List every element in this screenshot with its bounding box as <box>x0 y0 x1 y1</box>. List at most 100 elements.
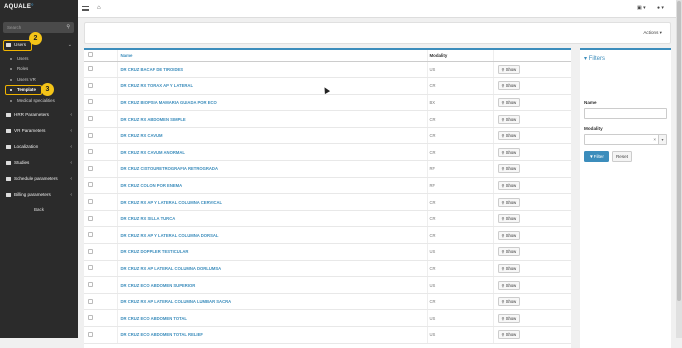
template-name-link[interactable]: DR CRUZ RX ABDOMEN SIMPLE <box>121 117 186 122</box>
actions-dropdown-button[interactable]: Actions ▾ <box>643 30 662 36</box>
filter-button[interactable]: ▼Filter <box>584 151 609 162</box>
chevron-left-icon: ‹ <box>70 128 72 134</box>
user-icon[interactable]: ● ▾ <box>657 5 664 11</box>
scrollbar-thumb[interactable] <box>677 1 681 301</box>
template-name-link[interactable]: DR CRUZ RX CAVUM <box>121 133 163 138</box>
hamburger-menu-icon[interactable] <box>82 6 89 11</box>
template-name-link[interactable]: DR CRUZ BACAF DE TIROIDES <box>121 67 184 72</box>
show-button[interactable]: ⚲ Show <box>497 297 521 307</box>
sidebar-item-localization[interactable]: Localization ‹ <box>0 141 78 153</box>
sidebar-subitem-medical-specialities[interactable]: Medical specialities <box>10 97 55 105</box>
page-scrollbar[interactable] <box>676 0 682 338</box>
row-checkbox[interactable] <box>88 232 93 238</box>
name-cell: DR CRUZ CISTOURETROGRAFIA RETROGRADA <box>117 160 428 178</box>
name-filter-input[interactable] <box>584 108 667 119</box>
show-button[interactable]: ⚲ Show <box>497 197 521 207</box>
select-all-checkbox[interactable] <box>88 52 93 58</box>
sidebar-item-schedule-parameters[interactable]: Schedule parameters ‹ <box>0 173 78 185</box>
template-name-link[interactable]: DR CRUZ RX AP LATERAL COLUMNA DORLUMSA <box>121 266 222 271</box>
show-button[interactable]: ⚲ Show <box>497 230 521 240</box>
template-name-link[interactable]: DR CRUZ RX AP Y LATERAL COLUMNA CERVICAL <box>121 200 223 205</box>
show-button[interactable]: ⚲ Show <box>497 263 521 273</box>
row-select-cell <box>84 177 118 195</box>
name-cell: DR CRUZ BACAF DE TIROIDES <box>117 61 428 79</box>
modality-value: CR <box>429 232 436 238</box>
table-row: DR CRUZ RX AP Y LATERAL COLUMNA DORSAL CR… <box>84 226 571 245</box>
sidebar-subitem-roles[interactable]: Roles <box>10 65 28 73</box>
chevron-down-icon[interactable]: ▾ <box>658 135 666 144</box>
sidebar-item-studies[interactable]: Studies ‹ <box>0 157 78 169</box>
modality-filter-select[interactable]: × ▾ <box>584 134 667 145</box>
row-checkbox[interactable] <box>88 182 93 188</box>
column-header-modality[interactable]: Modality <box>427 50 494 62</box>
show-button[interactable]: ⚲ Show <box>497 247 521 257</box>
sidebar-item-hrr-parameters[interactable]: HRR Parameters ‹ <box>0 109 78 121</box>
row-checkbox[interactable] <box>88 248 93 254</box>
show-button[interactable]: ⚲ Show <box>497 114 521 124</box>
template-name-link[interactable]: DR CRUZ RX CAVUM ANORMAL <box>121 150 185 155</box>
show-button[interactable]: ⚲ Show <box>497 131 521 141</box>
row-select-cell <box>84 210 118 228</box>
column-header-name[interactable]: Name <box>117 50 428 62</box>
sidebar: AQUALE° Search ⚲ Users ⌄ 2 Users Roles U… <box>0 0 78 338</box>
row-checkbox[interactable] <box>88 331 93 337</box>
row-checkbox[interactable] <box>88 298 93 304</box>
row-checkbox[interactable] <box>88 265 93 271</box>
sidebar-item-billing-parameters[interactable]: Billing parameters ‹ <box>0 189 78 201</box>
grid-menu-icon[interactable]: ▣ ▾ <box>637 5 646 11</box>
row-checkbox[interactable] <box>88 215 93 221</box>
modality-value: US <box>429 249 436 255</box>
show-button[interactable]: ⚲ Show <box>497 164 521 174</box>
modality-cell: RF <box>427 177 494 195</box>
template-name-link[interactable]: DR CRUZ ECO ABDOMEN TOTAL RELIEF <box>121 332 203 337</box>
row-checkbox[interactable] <box>88 165 93 171</box>
show-button[interactable]: ⚲ Show <box>497 214 521 224</box>
template-name-link[interactable]: DR CRUZ RX TORAX AP Y LATERAL <box>121 83 194 88</box>
highlight-users <box>3 40 32 51</box>
template-name-link[interactable]: DR CRUZ RX AP LATERAL COLUMNA LUMBAR SAC… <box>121 299 232 304</box>
show-button[interactable]: ⚲ Show <box>497 147 521 157</box>
template-name-link[interactable]: DR CRUZ RX SILLA TURCA <box>121 216 176 221</box>
show-button[interactable]: ⚲ Show <box>497 280 521 290</box>
back-link[interactable]: Back <box>0 207 78 212</box>
home-icon[interactable]: ⌂ <box>97 5 101 11</box>
row-checkbox[interactable] <box>88 66 93 72</box>
template-name-link[interactable]: DR CRUZ BIOPSIA MAMARIA GUIADA POR ECO <box>121 100 217 105</box>
show-button[interactable]: ⚲ Show <box>497 97 521 107</box>
sidebar-item-vr-parameters[interactable]: VR Parameters ‹ <box>0 125 78 137</box>
sidebar-subitem-users-vr[interactable]: Users VR <box>10 76 36 84</box>
template-name-link[interactable]: DR CRUZ ECO ABDOMEN TOTAL <box>121 316 187 321</box>
sidebar-subitem-users[interactable]: Users <box>10 55 28 63</box>
row-checkbox[interactable] <box>88 99 93 105</box>
actions-cell: ⚲ Show <box>493 61 571 79</box>
row-checkbox[interactable] <box>88 116 93 122</box>
template-name-link[interactable]: DR CRUZ DOPPLER TESTICULAR <box>121 249 189 254</box>
row-checkbox[interactable] <box>88 282 93 288</box>
template-name-link[interactable]: DR CRUZ CISTOURETROGRAFIA RETROGRADA <box>121 166 218 171</box>
reset-button[interactable]: Reset <box>612 151 632 162</box>
show-button[interactable]: ⚲ Show <box>497 81 521 91</box>
folder-icon <box>6 161 11 165</box>
template-name-link[interactable]: DR CRUZ COLON POR ENEMA <box>121 183 183 188</box>
show-button[interactable]: ⚲ Show <box>497 180 521 190</box>
row-checkbox[interactable] <box>88 132 93 138</box>
template-name-link[interactable]: DR CRUZ RX AP Y LATERAL COLUMNA DORSAL <box>121 233 219 238</box>
table-row: DR CRUZ RX AP Y LATERAL COLUMNA CERVICAL… <box>84 193 571 211</box>
sidebar-search-input[interactable]: Search ⚲ <box>3 22 74 33</box>
show-button[interactable]: ⚲ Show <box>497 313 521 323</box>
row-checkbox[interactable] <box>88 199 93 205</box>
modality-cell: CR <box>427 260 494 278</box>
row-checkbox[interactable] <box>88 82 93 88</box>
modality-value: CR <box>429 265 436 271</box>
template-name-link[interactable]: DR CRUZ ECO ABDOMEN SUPERIOR <box>121 283 196 288</box>
filters-title[interactable]: ▾ Filters <box>584 55 605 62</box>
app-logo[interactable]: AQUALE° <box>4 4 34 10</box>
search-icon[interactable]: ⚲ <box>66 22 70 33</box>
clear-icon[interactable]: × <box>653 137 656 142</box>
row-select-cell <box>84 326 118 344</box>
row-checkbox[interactable] <box>88 149 93 155</box>
row-checkbox[interactable] <box>88 315 93 321</box>
name-cell: DR CRUZ BIOPSIA MAMARIA GUIADA POR ECO <box>117 94 428 112</box>
modality-cell: US <box>427 326 494 344</box>
show-button[interactable]: ⚲ Show <box>497 64 521 74</box>
